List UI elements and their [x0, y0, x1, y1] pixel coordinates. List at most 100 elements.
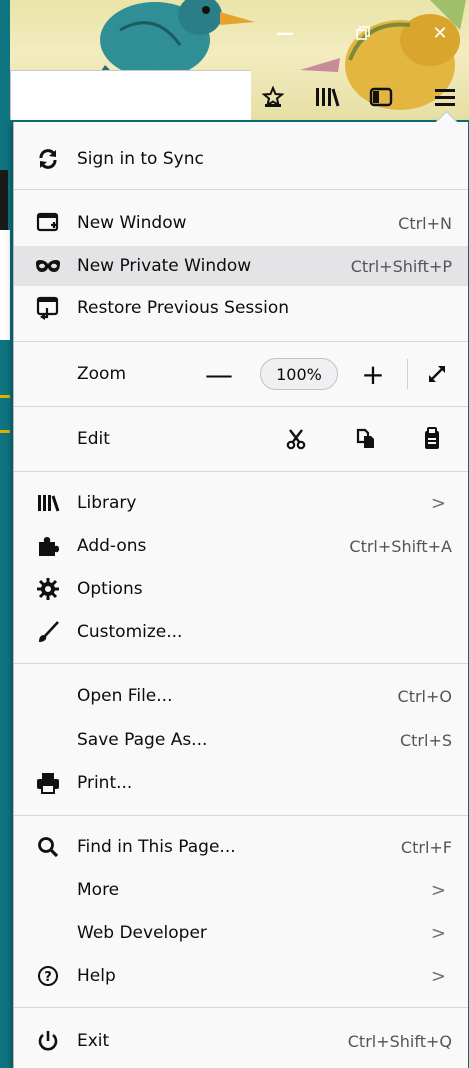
sidebar-icon	[369, 87, 393, 107]
app-menu-panel: Sign in to Sync New Window Ctrl+N New Pr…	[13, 122, 468, 1068]
menu-separator	[14, 663, 468, 664]
chevron-right-icon: >	[430, 922, 446, 944]
help-icon: ?	[34, 962, 62, 990]
zoom-out-button[interactable]: —	[202, 357, 236, 391]
options-label: Options	[77, 579, 143, 599]
find-in-page-label: Find in This Page...	[77, 837, 236, 857]
sync-icon	[34, 145, 62, 173]
save-page-shortcut: Ctrl+S	[399, 730, 452, 750]
copy-button[interactable]	[350, 423, 382, 455]
new-window-shortcut: Ctrl+N	[398, 213, 452, 233]
library-item[interactable]: Library >	[14, 483, 468, 523]
minimize-icon: —	[276, 22, 294, 44]
bookmarks-star-icon	[262, 86, 284, 108]
new-window-item[interactable]: New Window Ctrl+N	[14, 203, 468, 243]
search-icon	[34, 833, 62, 861]
zoom-controls: Zoom — 100% +	[14, 352, 468, 396]
page-content-peek	[0, 430, 10, 433]
new-private-window-label: New Private Window	[77, 256, 252, 276]
sign-in-sync-item[interactable]: Sign in to Sync	[14, 139, 468, 179]
more-label: More	[77, 880, 120, 900]
browser-titlebar: — ✕	[0, 0, 469, 120]
chevron-right-icon: >	[430, 965, 446, 987]
restore-button[interactable]	[348, 18, 378, 48]
bookmark-button[interactable]	[256, 80, 290, 114]
zoom-divider	[407, 359, 408, 389]
minimize-button[interactable]: —	[270, 18, 300, 48]
web-developer-label: Web Developer	[77, 923, 207, 943]
hamburger-menu-icon	[435, 89, 455, 106]
paste-button[interactable]	[416, 423, 448, 455]
puzzle-icon	[34, 532, 62, 560]
cut-button[interactable]	[280, 423, 312, 455]
copy-icon	[356, 428, 374, 448]
addons-label: Add-ons	[77, 536, 147, 556]
restore-session-item[interactable]: Restore Previous Session	[14, 288, 468, 328]
chevron-right-icon: >	[430, 879, 446, 901]
menu-separator	[14, 406, 468, 407]
save-page-label: Save Page As...	[77, 730, 208, 750]
help-item[interactable]: ? Help >	[14, 956, 468, 996]
exit-item[interactable]: Exit Ctrl+Shift+Q	[14, 1021, 468, 1061]
zoom-reset-button[interactable]: 100%	[260, 358, 338, 390]
library-label: Library	[77, 493, 137, 513]
web-developer-item[interactable]: Web Developer >	[14, 913, 468, 953]
exit-shortcut: Ctrl+Shift+Q	[347, 1031, 452, 1051]
library-toolbar-button[interactable]	[310, 80, 344, 114]
restore-session-icon	[34, 294, 62, 322]
open-file-label: Open File...	[77, 686, 173, 706]
menu-separator	[14, 189, 468, 190]
options-item[interactable]: Options	[14, 569, 468, 609]
library-icon	[34, 489, 62, 517]
more-item[interactable]: More >	[14, 870, 468, 910]
close-icon: ✕	[432, 22, 448, 44]
gear-icon	[34, 575, 62, 603]
addons-item[interactable]: Add-ons Ctrl+Shift+A	[14, 526, 468, 566]
zoom-in-label: +	[361, 357, 385, 391]
power-icon	[34, 1027, 62, 1055]
printer-icon	[34, 769, 62, 797]
new-window-icon	[34, 209, 62, 237]
close-window-button[interactable]: ✕	[425, 18, 455, 48]
private-mask-icon	[34, 252, 62, 280]
cut-icon	[286, 429, 306, 450]
find-in-page-item[interactable]: Find in This Page... Ctrl+F	[14, 827, 468, 867]
menu-separator	[14, 1007, 468, 1008]
app-menu-button[interactable]	[428, 80, 462, 114]
open-file-shortcut: Ctrl+O	[397, 686, 452, 706]
sidebar-toggle-button[interactable]	[364, 80, 398, 114]
zoom-label: Zoom	[77, 364, 127, 384]
zoom-level-value: 100%	[276, 364, 322, 384]
page-content-peek	[0, 395, 10, 398]
exit-label: Exit	[77, 1031, 110, 1051]
library-icon	[316, 88, 340, 107]
new-window-label: New Window	[77, 213, 187, 233]
save-page-item[interactable]: Save Page As... Ctrl+S	[14, 720, 468, 760]
menu-separator	[14, 815, 468, 816]
page-content-peek	[0, 170, 8, 230]
chevron-right-icon: >	[430, 492, 446, 514]
zoom-in-button[interactable]: +	[356, 357, 390, 391]
edit-label: Edit	[77, 429, 110, 449]
fullscreen-icon	[429, 366, 445, 382]
restore-session-label: Restore Previous Session	[77, 298, 290, 318]
window-frame-edge	[0, 0, 10, 1068]
paste-icon	[425, 427, 439, 449]
zoom-out-label: —	[205, 357, 233, 391]
addons-shortcut: Ctrl+Shift+A	[349, 536, 452, 556]
menu-separator	[14, 471, 468, 472]
paintbrush-icon	[34, 618, 62, 646]
customize-label: Customize...	[77, 622, 183, 642]
print-item[interactable]: Print...	[14, 763, 468, 803]
page-content-peek	[0, 230, 10, 340]
url-bar[interactable]	[10, 70, 251, 120]
print-label: Print...	[77, 773, 133, 793]
restore-icon	[356, 26, 370, 40]
help-label: Help	[77, 966, 116, 986]
edit-controls: Edit	[14, 417, 468, 461]
customize-item[interactable]: Customize...	[14, 612, 468, 652]
fullscreen-button[interactable]	[420, 357, 454, 391]
open-file-item[interactable]: Open File... Ctrl+O	[14, 676, 468, 716]
new-private-window-item[interactable]: New Private Window Ctrl+Shift+P	[14, 246, 468, 286]
svg-text:?: ?	[44, 970, 52, 985]
